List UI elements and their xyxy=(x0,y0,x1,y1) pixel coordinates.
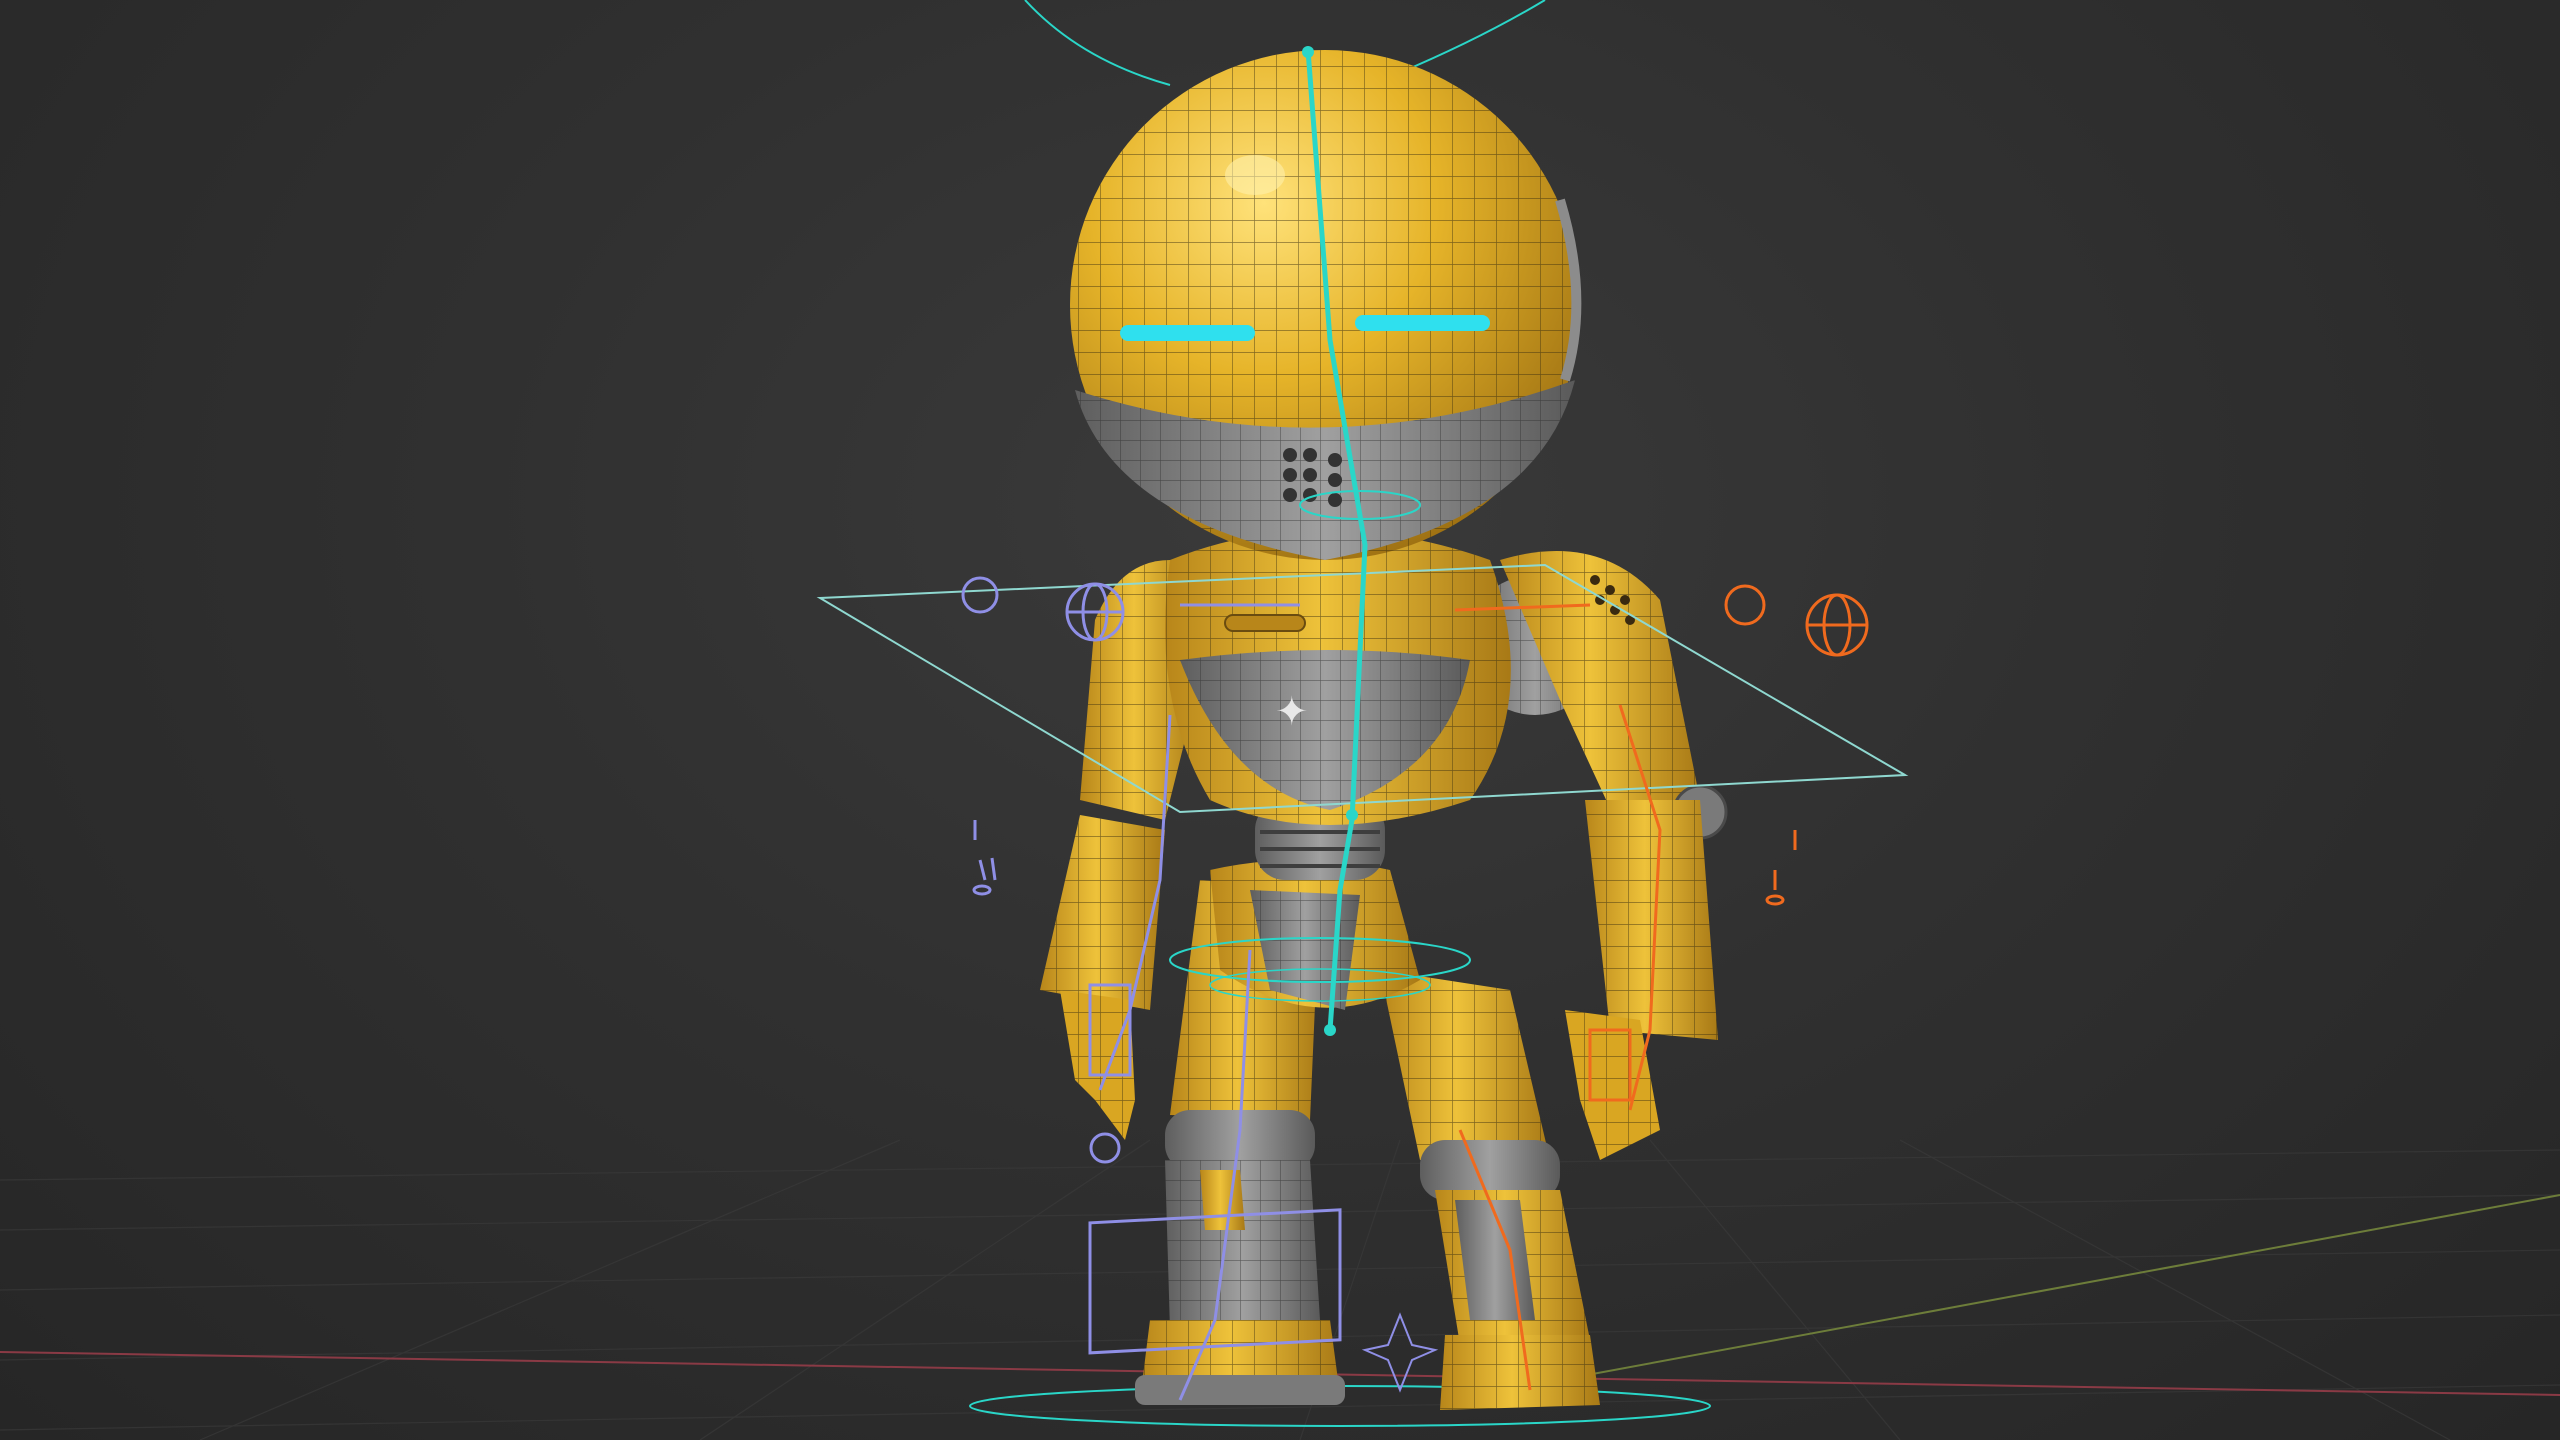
left-eye-visor xyxy=(1120,325,1255,341)
mouth-speaker xyxy=(1283,448,1342,507)
foot-pivot-control[interactable] xyxy=(1361,1312,1439,1393)
right-eye-visor xyxy=(1355,315,1490,331)
chest-logo: ✦ xyxy=(1275,689,1309,735)
robot-model[interactable]: ✦ xyxy=(1040,50,1728,1410)
y-axis-line xyxy=(1559,1194,2560,1381)
right-leg[interactable] xyxy=(1380,970,1600,1410)
3d-viewport[interactable]: ✦ xyxy=(0,0,2560,1440)
